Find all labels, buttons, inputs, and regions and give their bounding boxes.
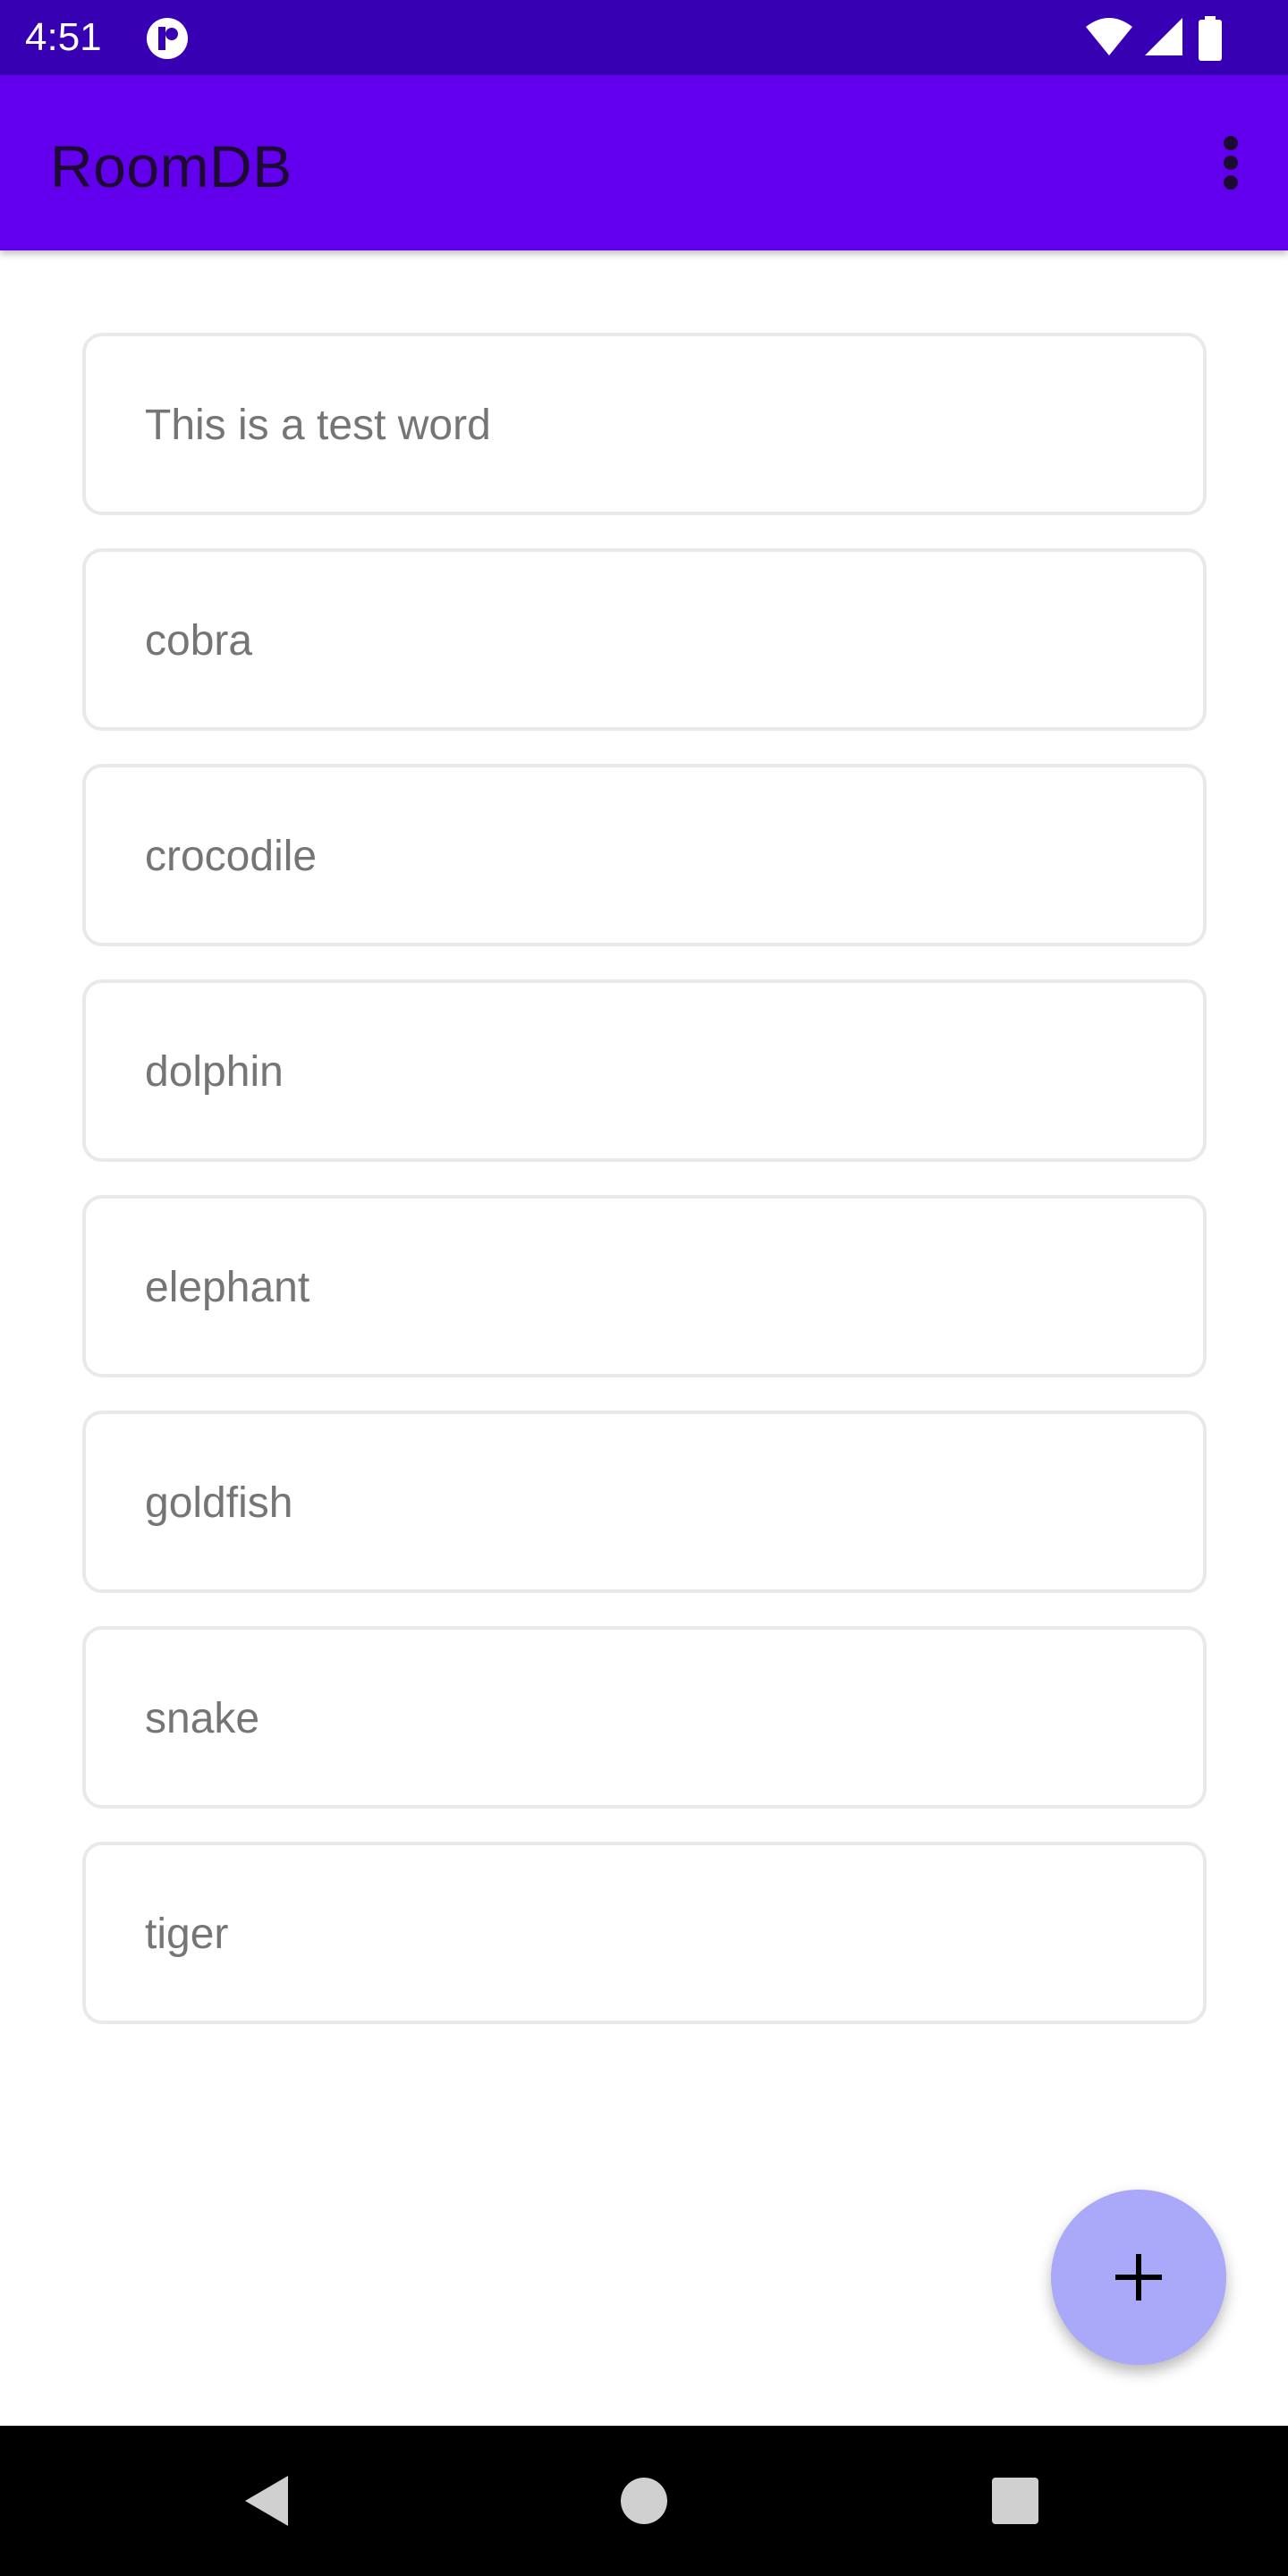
list-item[interactable]: elephant [82, 1195, 1207, 1377]
list-item[interactable]: crocodile [82, 764, 1207, 946]
word-label: elephant [145, 1264, 310, 1311]
list-item[interactable]: snake [82, 1626, 1207, 1809]
word-label: goldfish [145, 1479, 293, 1527]
word-label: dolphin [145, 1048, 284, 1096]
list-item[interactable]: goldfish [82, 1411, 1207, 1593]
signal-icon [1145, 18, 1182, 55]
word-label: cobra [145, 617, 253, 665]
add-icon [1115, 2254, 1162, 2301]
word-list: This is a test word cobra crocodile dolp… [82, 333, 1207, 2057]
recents-icon[interactable] [979, 2465, 1051, 2537]
home-icon[interactable] [608, 2465, 680, 2537]
more-vert-icon[interactable] [1209, 127, 1252, 199]
word-label: crocodile [145, 833, 318, 880]
app-notification-icon [147, 18, 188, 59]
system-nav-bar [0, 2426, 1288, 2576]
app-bar: RoomDB [0, 75, 1288, 250]
status-bar: 4:51 [0, 0, 1288, 75]
list-item[interactable]: This is a test word [82, 333, 1207, 515]
word-label: tiger [145, 1911, 229, 1958]
app-title: RoomDB [50, 133, 292, 199]
word-label: This is a test word [145, 402, 491, 449]
list-item[interactable]: tiger [82, 1842, 1207, 2024]
word-label: snake [145, 1695, 260, 1742]
status-icons [1084, 16, 1263, 61]
battery-icon [1199, 16, 1222, 61]
wifi-icon [1086, 18, 1132, 55]
back-icon[interactable] [233, 2465, 304, 2537]
list-item[interactable]: cobra [82, 548, 1207, 731]
add-word-button[interactable] [1051, 2190, 1226, 2365]
list-item[interactable]: dolphin [82, 979, 1207, 1162]
status-time: 4:51 [25, 15, 102, 59]
